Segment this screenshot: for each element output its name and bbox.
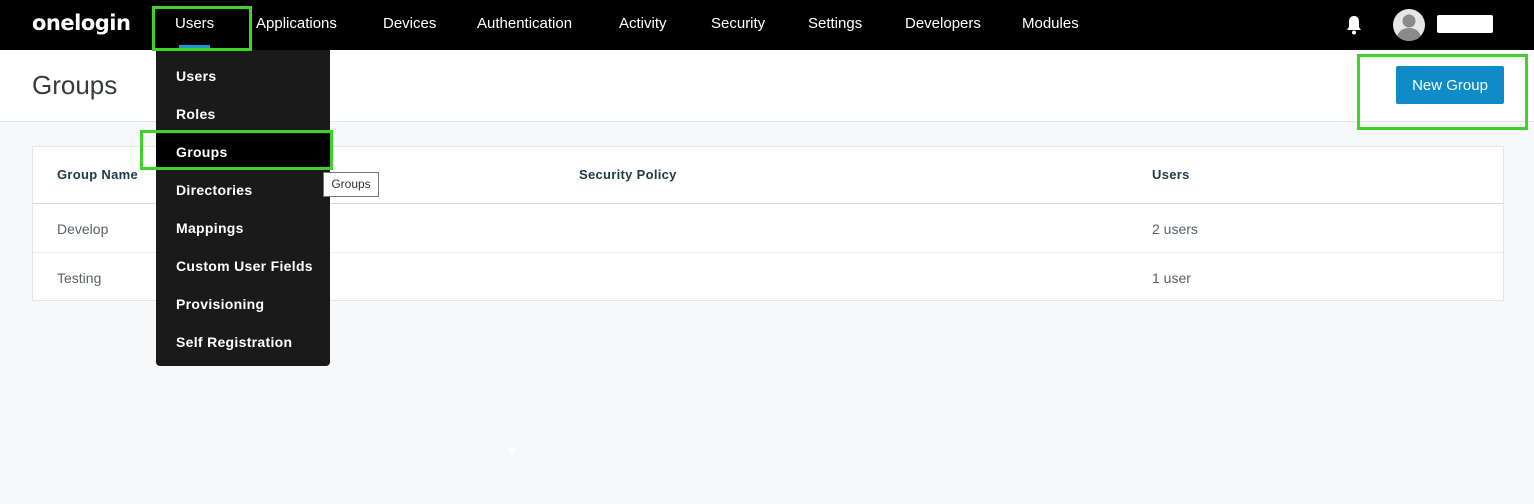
menu-item-groups[interactable]: Groups <box>176 144 228 160</box>
nav-users-label: Users <box>175 15 215 32</box>
nav-developers-label: Developers <box>905 15 981 32</box>
nav-developers[interactable]: Developers <box>905 0 981 50</box>
onelogin-logo[interactable]: onelogin <box>32 11 131 35</box>
nav-activity-label: Activity <box>619 15 667 32</box>
users-count-cell: 2 users <box>1152 221 1198 237</box>
users-dropdown-menu: Users Roles Groups Directories Mappings … <box>156 50 330 366</box>
menu-item-custom-user-fields[interactable]: Custom User Fields <box>176 258 313 274</box>
page-title: Groups <box>32 70 118 100</box>
nav-authentication[interactable]: Authentication <box>477 0 572 50</box>
username-redacted[interactable] <box>1437 15 1493 33</box>
menu-item-self-registration[interactable]: Self Registration <box>176 334 292 350</box>
nav-applications-label: Applications <box>256 15 337 32</box>
nav-applications[interactable]: Applications <box>256 0 337 50</box>
groups-tooltip: Groups <box>323 172 379 197</box>
menu-item-roles[interactable]: Roles <box>176 106 216 122</box>
group-name-cell[interactable]: Develop <box>57 221 108 237</box>
nav-users[interactable]: Users <box>175 0 214 50</box>
menu-item-mappings[interactable]: Mappings <box>176 220 244 236</box>
stray-artifact <box>509 447 515 453</box>
menu-item-provisioning[interactable]: Provisioning <box>176 296 264 312</box>
nav-modules-label: Modules <box>1022 15 1079 32</box>
nav-security-label: Security <box>711 15 766 32</box>
column-header-security-policy[interactable]: Security Policy <box>579 167 677 182</box>
top-nav-bar: onelogin Users Applications Devices Auth… <box>0 0 1534 50</box>
nav-settings-label: Settings <box>808 15 863 32</box>
user-avatar-icon[interactable] <box>1393 9 1425 41</box>
column-header-users[interactable]: Users <box>1152 167 1190 182</box>
nav-modules[interactable]: Modules <box>1022 0 1079 50</box>
bell-icon[interactable] <box>1345 15 1363 35</box>
users-count-cell: 1 user <box>1152 270 1191 286</box>
nav-settings[interactable]: Settings <box>808 0 862 50</box>
nav-security[interactable]: Security <box>711 0 765 50</box>
group-name-cell[interactable]: Testing <box>57 270 101 286</box>
new-group-button[interactable]: New Group <box>1396 66 1504 104</box>
nav-devices-label: Devices <box>383 15 437 32</box>
active-tab-indicator <box>179 45 211 48</box>
column-header-group-name[interactable]: Group Name <box>57 167 138 182</box>
menu-item-users[interactable]: Users <box>176 68 216 84</box>
nav-devices[interactable]: Devices <box>383 0 436 50</box>
nav-authentication-label: Authentication <box>477 15 573 32</box>
nav-activity[interactable]: Activity <box>619 0 667 50</box>
menu-item-directories[interactable]: Directories <box>176 182 252 198</box>
